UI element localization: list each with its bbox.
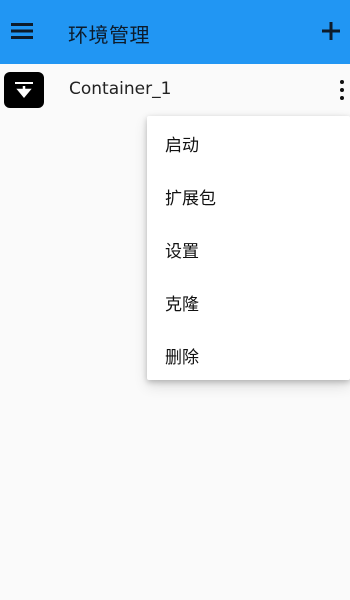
more-vertical-icon-dot	[340, 96, 344, 100]
app-bar: 环境管理	[0, 0, 350, 64]
menu-item-clone[interactable]: 克隆	[147, 276, 350, 328]
app-root: 环境管理 Container_1 启动 扩展包 设置 克隆 删除	[0, 0, 350, 600]
menu-button[interactable]	[6, 15, 38, 47]
context-menu: 启动 扩展包 设置 克隆 删除	[147, 116, 350, 380]
container-name: Container_1	[69, 79, 172, 99]
add-button[interactable]	[314, 12, 348, 50]
menu-item-extensions[interactable]: 扩展包	[147, 170, 350, 222]
more-vertical-icon-dot	[340, 88, 344, 92]
menu-item-start[interactable]: 启动	[147, 117, 350, 169]
more-vertical-icon-dot	[340, 80, 344, 84]
hamburger-menu-icon	[11, 23, 33, 39]
container-icon-box	[4, 72, 44, 108]
archive-download-icon	[15, 82, 33, 98]
page-title: 环境管理	[68, 23, 150, 47]
menu-item-settings[interactable]: 设置	[147, 223, 350, 275]
plus-icon	[322, 22, 340, 40]
container-list-item[interactable]: Container_1	[0, 64, 350, 116]
menu-item-delete[interactable]: 删除	[147, 329, 350, 381]
more-options-button[interactable]	[334, 74, 350, 106]
